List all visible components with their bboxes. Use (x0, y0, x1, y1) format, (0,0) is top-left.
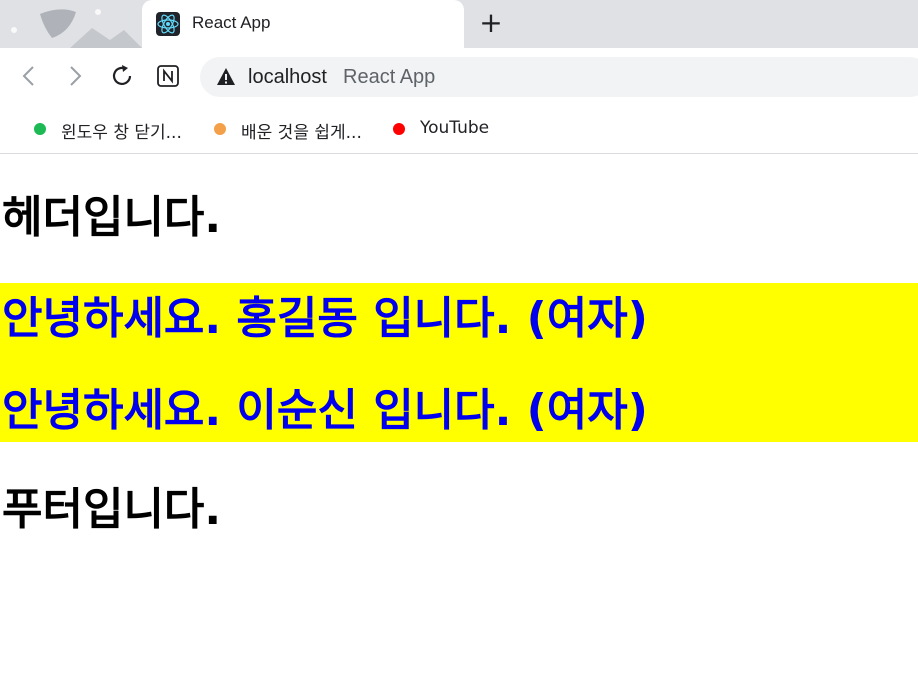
bookmark-label: YouTube (420, 118, 490, 138)
extension-button[interactable] (156, 62, 184, 90)
forward-button[interactable] (62, 62, 90, 90)
n-logo-icon (157, 65, 179, 87)
url-host: localhost (248, 66, 327, 88)
bookmark-label: 배운 것을 쉽게... (241, 123, 362, 143)
browser-toolbar: localhost React App (0, 48, 918, 106)
page-footer: 푸터입니다. (2, 484, 222, 535)
not-secure-warning-icon[interactable] (216, 67, 236, 87)
reload-button[interactable] (108, 62, 136, 90)
reload-icon (112, 65, 132, 85)
tab-strip: React App + (0, 0, 918, 48)
greeting-item: 안녕하세요. 이순신 입니다. (여자) (2, 385, 648, 436)
page-content: 헤더입니다. 안녕하세요. 홍길동 입니다. (여자) 안녕하세요. 이순신 입… (0, 154, 918, 699)
greeting-list: 안녕하세요. 홍길동 입니다. (여자) 안녕하세요. 이순신 입니다. (여자… (0, 283, 918, 442)
tab-title: React App (192, 13, 271, 32)
bookmarks-bar: 윈도우 창 닫기... 배운 것을 쉽게... YouTube (0, 106, 918, 154)
theme-background-decoration (11, 9, 142, 48)
youtube-favicon-icon (393, 123, 405, 135)
url-page-title: React App (343, 66, 436, 88)
address-bar[interactable]: localhost React App (200, 57, 918, 97)
chevron-left-icon (22, 66, 34, 86)
bookmark-favicon-icon (214, 123, 226, 135)
react-logo-icon (156, 12, 180, 36)
bookmark-label: 윈도우 창 닫기... (61, 123, 182, 143)
greeting-item: 안녕하세요. 홍길동 입니다. (여자) (2, 293, 648, 344)
tab-react-app[interactable]: React App (142, 0, 464, 48)
bookmark-favicon-icon (34, 123, 46, 135)
back-button[interactable] (14, 62, 42, 90)
page-header: 헤더입니다. (2, 192, 222, 243)
chevron-right-icon (70, 66, 82, 86)
new-tab-button[interactable]: + (478, 9, 504, 37)
